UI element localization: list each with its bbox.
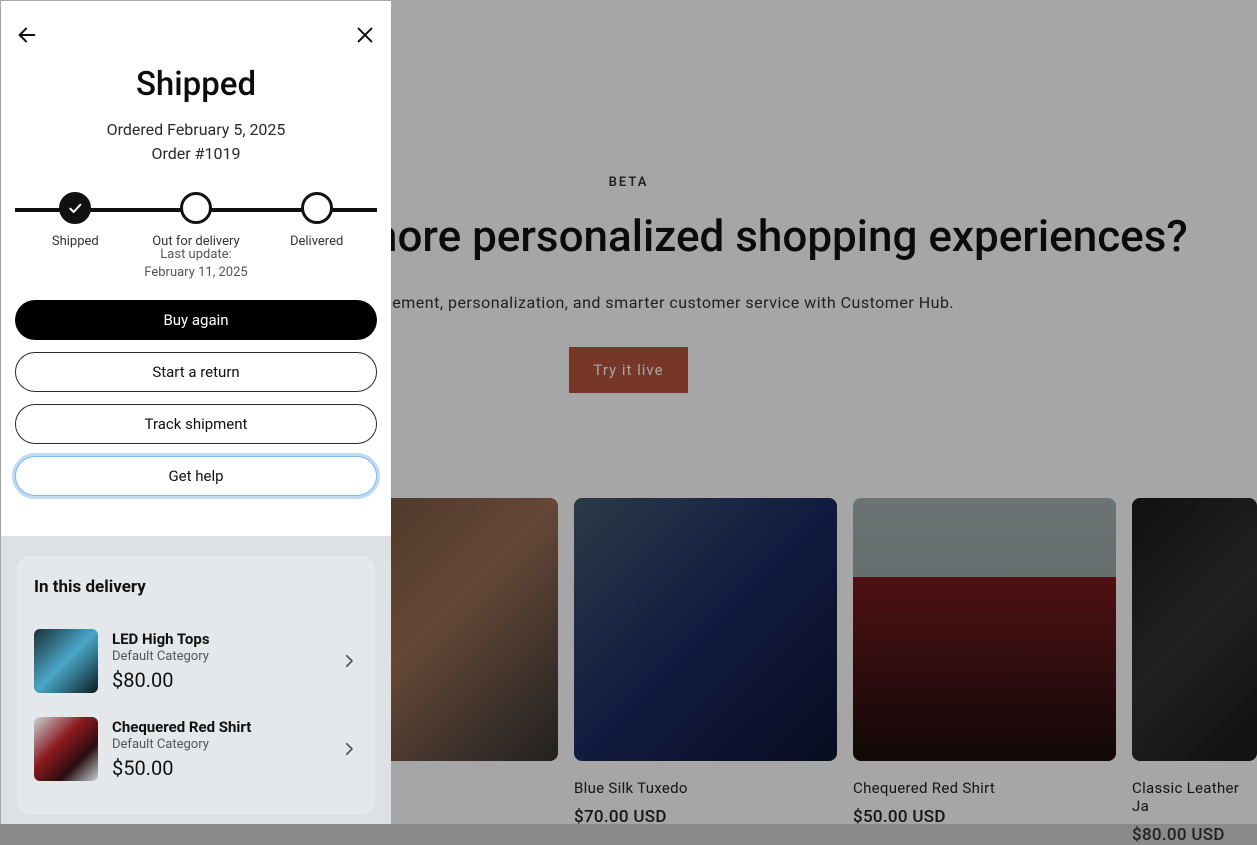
item-category: Default Category [112,737,340,752]
item-name: LED High Tops [112,630,340,648]
order-status-title: Shipped [15,65,377,104]
panel-header-section: Shipped Ordered February 5, 2025 Order #… [1,1,391,536]
product-price: $80.00 USD [1132,825,1257,845]
item-price: $50.00 [112,756,340,780]
buy-again-button[interactable]: Buy again [15,300,377,340]
last-update-date: February 11, 2025 [15,264,377,282]
order-number: Order #1019 [15,142,377,166]
item-name: Chequered Red Shirt [112,718,340,736]
order-meta: Ordered February 5, 2025 Order #1019 [15,118,377,166]
arrow-left-icon [16,24,38,46]
delivery-item[interactable]: LED High Tops Default Category $80.00 [34,617,358,705]
step-label: Delivered [290,234,343,249]
start-return-button[interactable]: Start a return [15,352,377,392]
order-panel: Shipped Ordered February 5, 2025 Order #… [1,1,391,824]
chevron-right-icon [340,652,358,670]
last-update: Last update: February 11, 2025 [15,246,377,282]
item-price: $80.00 [112,668,340,692]
get-help-button[interactable]: Get help [15,456,377,496]
delivery-title: In this delivery [34,577,358,597]
item-category: Default Category [112,649,340,664]
track-shipment-button[interactable]: Track shipment [15,404,377,444]
item-info: LED High Tops Default Category $80.00 [112,630,340,692]
item-thumbnail [34,629,98,693]
step-out-for-delivery: Out for delivery [137,192,254,249]
step-delivered: Delivered [258,192,375,249]
step-label: Out for delivery [152,234,239,249]
step-dot [301,192,333,224]
item-thumbnail [34,717,98,781]
progress-tracker: Shipped Out for delivery Delivered [15,192,377,242]
panel-nav [15,23,377,47]
step-label: Shipped [52,234,99,249]
back-button[interactable] [15,23,39,47]
step-shipped: Shipped [17,192,134,249]
delivery-item[interactable]: Chequered Red Shirt Default Category $50… [34,705,358,793]
step-dot [180,192,212,224]
progress-steps: Shipped Out for delivery Delivered [15,192,377,249]
ordered-date: Ordered February 5, 2025 [15,118,377,142]
delivery-card: In this delivery LED High Tops Default C… [17,556,375,814]
close-icon [354,24,376,46]
chevron-right-icon [340,740,358,758]
close-button[interactable] [353,23,377,47]
check-icon [67,200,83,216]
step-dot-done [59,192,91,224]
item-info: Chequered Red Shirt Default Category $50… [112,718,340,780]
